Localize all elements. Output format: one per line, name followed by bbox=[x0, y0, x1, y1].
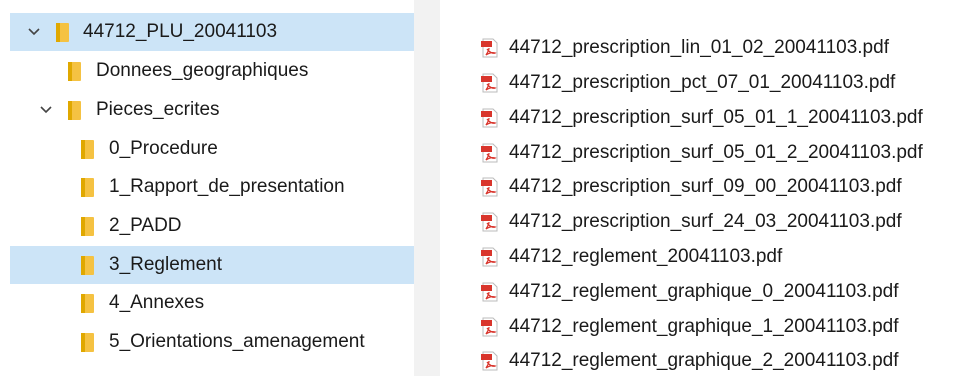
tree-item-donnees-geographiques[interactable]: Donnees_geographiques bbox=[10, 52, 414, 90]
folder-tree-pane: 44712_PLU_20041103 Donnees_geographiques… bbox=[0, 0, 414, 376]
tree-item-label: Donnees_geographiques bbox=[96, 60, 309, 81]
folder-icon bbox=[81, 178, 94, 197]
file-name: 44712_reglement_graphique_0_20041103.pdf bbox=[509, 281, 899, 302]
pdf-icon bbox=[480, 177, 500, 197]
pdf-icon bbox=[480, 143, 500, 163]
tree-item-pieces-ecrites[interactable]: Pieces_ecrites bbox=[10, 91, 414, 129]
folder-icon bbox=[81, 256, 94, 275]
file-name: 44712_prescription_surf_09_00_20041103.p… bbox=[509, 176, 902, 197]
file-name: 44712_prescription_surf_24_03_20041103.p… bbox=[509, 211, 902, 232]
tree-item-label: Pieces_ecrites bbox=[96, 99, 220, 120]
tree-item-1-rapport[interactable]: 1_Rapport_de_presentation bbox=[10, 168, 414, 206]
pdf-icon bbox=[480, 38, 500, 58]
tree-item-44712-plu[interactable]: 44712_PLU_20041103 bbox=[10, 13, 414, 51]
tree-item-label: 1_Rapport_de_presentation bbox=[109, 176, 345, 197]
pdf-icon bbox=[480, 247, 500, 267]
folder-icon bbox=[56, 23, 69, 42]
tree-item-0-procedure[interactable]: 0_Procedure bbox=[10, 130, 414, 168]
tree-item-label: 4_Annexes bbox=[109, 292, 205, 313]
pdf-icon bbox=[480, 108, 500, 128]
pdf-icon bbox=[480, 317, 500, 337]
pane-divider[interactable] bbox=[414, 0, 440, 376]
folder-icon bbox=[81, 294, 94, 313]
folder-icon bbox=[68, 101, 81, 120]
file-name: 44712_reglement_20041103.pdf bbox=[509, 246, 783, 267]
tree-item-label: 2_PADD bbox=[109, 215, 182, 236]
file-name: 44712_prescription_surf_05_01_1_20041103… bbox=[509, 107, 923, 128]
tree-item-5-orientations[interactable]: 5_Orientations_amenagement bbox=[10, 323, 414, 361]
pdf-icon bbox=[480, 73, 500, 93]
chevron-down-icon[interactable] bbox=[26, 24, 42, 40]
pdf-icon bbox=[480, 351, 500, 371]
tree-item-2-padd[interactable]: 2_PADD bbox=[10, 207, 414, 245]
pdf-icon bbox=[480, 282, 500, 302]
file-name: 44712_prescription_pct_07_01_20041103.pd… bbox=[509, 72, 896, 93]
file-list-pane: 44712_prescription_lin_01_02_20041103.pd… bbox=[440, 0, 965, 376]
folder-icon bbox=[81, 140, 94, 159]
file-name: 44712_reglement_graphique_1_20041103.pdf bbox=[509, 316, 899, 337]
tree-item-4-annexes[interactable]: 4_Annexes bbox=[10, 284, 414, 322]
tree-item-label: 44712_PLU_20041103 bbox=[83, 21, 278, 42]
folder-icon bbox=[81, 217, 94, 236]
pdf-icon bbox=[480, 212, 500, 232]
folder-icon bbox=[68, 62, 81, 81]
tree-item-3-reglement[interactable]: 3_Reglement bbox=[10, 246, 414, 284]
chevron-down-icon[interactable] bbox=[38, 102, 54, 118]
file-name: 44712_prescription_surf_05_01_2_20041103… bbox=[509, 142, 923, 163]
tree-item-label: 0_Procedure bbox=[109, 138, 218, 159]
file-name: 44712_prescription_lin_01_02_20041103.pd… bbox=[509, 37, 889, 58]
tree-item-label: 3_Reglement bbox=[109, 254, 223, 275]
file-name: 44712_reglement_graphique_2_20041103.pdf bbox=[509, 350, 899, 371]
folder-icon bbox=[81, 333, 94, 352]
tree-item-label: 5_Orientations_amenagement bbox=[109, 331, 365, 352]
